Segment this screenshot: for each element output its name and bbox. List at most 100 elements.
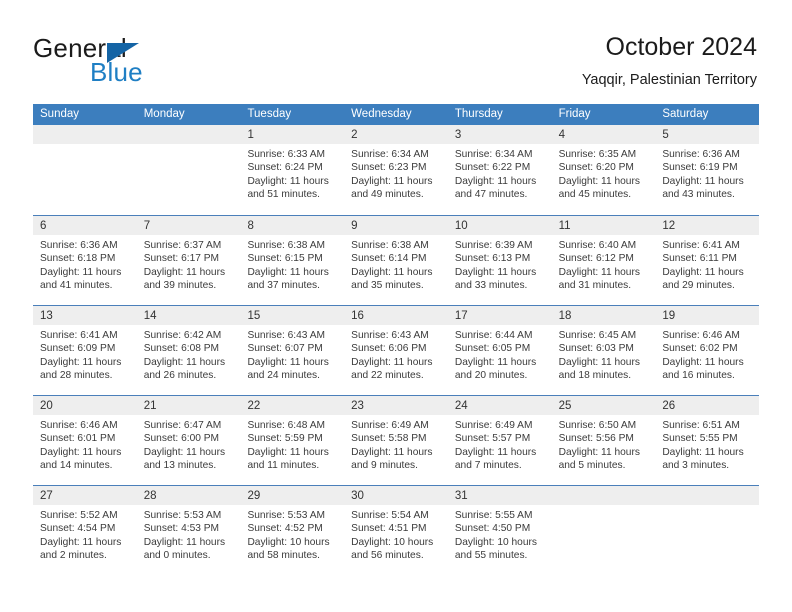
daylight-text-line1: Daylight: 10 hours — [247, 536, 330, 548]
sunset-text: Sunset: 5:56 PM — [558, 433, 634, 445]
calendar-day-cell[interactable]: 3 Sunrise: 6:34 AM Sunset: 6:22 PM Daylight… — [447, 125, 552, 215]
day-number-band: 14 — [136, 306, 241, 325]
daylight-text-line1: Daylight: 11 hours — [143, 536, 226, 548]
calendar-day-cell[interactable]: 27 Sunrise: 5:52 AM Sunset: 4:54 PM Dayligh… — [33, 486, 137, 575]
day-detail-body: Sunrise: 5:53 AM Sunset: 4:52 PM Daylight:… — [240, 505, 344, 562]
calendar-day-cell[interactable]: 30 Sunrise: 5:54 AM Sunset: 4:51 PM Dayligh… — [344, 486, 448, 575]
calendar-week-row: 6 Sunrise: 6:36 AM Sunset: 6:18 PM Daylight… — [33, 215, 760, 305]
day-detail-body: Sunrise: 6:34 AM Sunset: 6:23 PM Daylight:… — [344, 144, 448, 201]
day-detail-body: Sunrise: 6:40 AM Sunset: 6:12 PM Daylight:… — [552, 235, 656, 292]
weekday-header-friday: Friday — [558, 108, 591, 120]
calendar-day-cell[interactable]: 9 Sunrise: 6:38 AM Sunset: 6:14 PM Daylight… — [344, 216, 448, 305]
sunrise-text: Sunrise: 6:41 AM — [40, 330, 118, 341]
calendar-day-cell[interactable]: 4 Sunrise: 6:35 AM Sunset: 6:20 PM Daylight… — [551, 125, 656, 215]
calendar-day-cell[interactable]: 5 Sunrise: 6:36 AM Sunset: 6:19 PM Daylight… — [655, 125, 760, 215]
daylight-text-line2: and 26 minutes. — [143, 369, 217, 381]
day-detail-body: Sunrise: 6:33 AM Sunset: 6:24 PM Daylight:… — [240, 144, 344, 201]
calendar-day-cell[interactable]: 23 Sunrise: 6:49 AM Sunset: 5:58 PM Dayligh… — [344, 396, 448, 485]
calendar-day-cell[interactable]: 1 Sunrise: 6:33 AM Sunset: 6:24 PM Daylight… — [240, 125, 345, 215]
calendar-day-cell[interactable]: 11 Sunrise: 6:40 AM Sunset: 6:12 PM Dayligh… — [551, 216, 656, 305]
day-detail-body: Sunrise: 6:37 AM Sunset: 6:17 PM Daylight:… — [137, 235, 241, 292]
calendar-day-cell[interactable]: 8 Sunrise: 6:38 AM Sunset: 6:15 PM Daylight… — [240, 216, 345, 305]
day-number: 11 — [558, 220, 571, 232]
calendar-day-cell[interactable]: 2 Sunrise: 6:34 AM Sunset: 6:23 PM Daylight… — [344, 125, 448, 215]
calendar-day-cell[interactable]: 7 Sunrise: 6:37 AM Sunset: 6:17 PM Daylight… — [136, 216, 241, 305]
daylight-text-line2: and 39 minutes. — [143, 279, 217, 291]
calendar-day-cell[interactable]: 24 Sunrise: 6:49 AM Sunset: 5:57 PM Dayligh… — [447, 396, 552, 485]
daylight-text-line2: and 3 minutes. — [662, 459, 730, 471]
sunset-text: Sunset: 6:11 PM — [662, 253, 737, 265]
daylight-text-line1: Daylight: 11 hours — [454, 175, 537, 187]
daylight-text-line1: Daylight: 11 hours — [454, 446, 537, 458]
day-number: 14 — [143, 310, 157, 322]
calendar-day-cell[interactable]: 28 Sunrise: 5:53 AM Sunset: 4:53 PM Dayligh… — [136, 486, 241, 575]
daylight-text-line1: Daylight: 11 hours — [558, 446, 640, 458]
daylight-text-line1: Daylight: 11 hours — [558, 266, 640, 278]
calendar-week-row: 27 Sunrise: 5:52 AM Sunset: 4:54 PM Dayligh… — [33, 485, 760, 575]
calendar-day-cell[interactable]: 6 Sunrise: 6:36 AM Sunset: 6:18 PM Daylight… — [33, 216, 137, 305]
calendar-day-empty — [551, 486, 656, 575]
day-number: 8 — [247, 220, 254, 232]
day-number-band: 5 — [655, 125, 760, 144]
daylight-text-line2: and 45 minutes. — [558, 188, 632, 200]
daylight-text-line2: and 2 minutes. — [40, 549, 107, 561]
daylight-text-line1: Daylight: 11 hours — [662, 446, 744, 458]
calendar-day-cell[interactable]: 21 Sunrise: 6:47 AM Sunset: 6:00 PM Dayligh… — [136, 396, 241, 485]
day-detail-body: Sunrise: 6:48 AM Sunset: 5:59 PM Daylight:… — [240, 415, 344, 472]
calendar-day-cell[interactable]: 19 Sunrise: 6:46 AM Sunset: 6:02 PM Dayligh… — [655, 306, 760, 395]
calendar-day-cell[interactable]: 20 Sunrise: 6:46 AM Sunset: 6:01 PM Dayligh… — [33, 396, 137, 485]
day-number-band: 9 — [344, 216, 448, 235]
calendar-day-cell[interactable]: 26 Sunrise: 6:51 AM Sunset: 5:55 PM Dayligh… — [655, 396, 760, 485]
calendar-day-cell[interactable]: 14 Sunrise: 6:42 AM Sunset: 6:08 PM Dayligh… — [136, 306, 241, 395]
weekday-header-tuesday: Tuesday — [247, 108, 292, 120]
calendar-week-row: 1 Sunrise: 6:33 AM Sunset: 6:24 PM Daylight… — [33, 125, 760, 215]
daylight-text-line2: and 37 minutes. — [247, 279, 320, 291]
calendar-day-cell[interactable]: 31 Sunrise: 5:55 AM Sunset: 4:50 PM Dayligh… — [447, 486, 552, 575]
daylight-text-line2: and 58 minutes. — [247, 549, 320, 561]
sunset-text: Sunset: 6:14 PM — [351, 253, 427, 265]
weekday-header-sunday: Sunday — [40, 108, 80, 120]
sunrise-text: Sunrise: 5:52 AM — [40, 510, 118, 521]
sunrise-text: Sunrise: 6:40 AM — [558, 240, 637, 251]
day-number-band: 29 — [240, 486, 345, 505]
daylight-text-line2: and 24 minutes. — [247, 369, 320, 381]
day-number: 5 — [662, 129, 669, 141]
sunset-text: Sunset: 5:55 PM — [662, 433, 738, 445]
day-number: 7 — [143, 220, 151, 232]
sunrise-text: Sunrise: 5:54 AM — [351, 510, 429, 521]
calendar-day-cell[interactable]: 18 Sunrise: 6:45 AM Sunset: 6:03 PM Dayligh… — [551, 306, 656, 395]
sunrise-text: Sunrise: 6:46 AM — [662, 330, 740, 341]
calendar-day-cell[interactable]: 13 Sunrise: 6:41 AM Sunset: 6:09 PM Dayligh… — [33, 306, 137, 395]
calendar-day-cell[interactable]: 16 Sunrise: 6:43 AM Sunset: 6:06 PM Dayligh… — [344, 306, 448, 395]
calendar-day-cell[interactable]: 12 Sunrise: 6:41 AM Sunset: 6:11 PM Dayligh… — [655, 216, 760, 305]
day-number: 12 — [662, 220, 676, 232]
calendar-day-cell[interactable]: 25 Sunrise: 6:50 AM Sunset: 5:56 PM Dayligh… — [551, 396, 656, 485]
day-number-band: 3 — [447, 125, 552, 144]
day-detail-body: Sunrise: 5:52 AM Sunset: 4:54 PM Daylight:… — [33, 505, 137, 562]
day-number-band: 6 — [33, 216, 137, 235]
day-number: 13 — [40, 310, 53, 322]
daylight-text-line2: and 51 minutes. — [247, 188, 320, 200]
daylight-text-line2: and 49 minutes. — [351, 188, 424, 200]
title-block: October 2024 Yaqqir, Palestinian Territo… — [582, 32, 757, 89]
day-detail-body: Sunrise: 6:45 AM Sunset: 6:03 PM Daylight:… — [552, 325, 656, 382]
day-number-band: 22 — [240, 396, 345, 415]
sunset-text: Sunset: 6:02 PM — [662, 343, 738, 355]
calendar-day-cell[interactable]: 17 Sunrise: 6:44 AM Sunset: 6:05 PM Dayligh… — [447, 306, 552, 395]
day-number-band — [655, 486, 760, 505]
daylight-text-line1: Daylight: 11 hours — [662, 175, 744, 187]
daylight-text-line1: Daylight: 11 hours — [143, 266, 226, 278]
day-number: 4 — [558, 129, 565, 141]
sunset-text: Sunset: 6:03 PM — [558, 343, 634, 355]
day-number-band: 30 — [344, 486, 448, 505]
calendar-day-cell[interactable]: 15 Sunrise: 6:43 AM Sunset: 6:07 PM Dayligh… — [240, 306, 345, 395]
day-number: 22 — [247, 400, 261, 412]
day-detail-body: Sunrise: 6:41 AM Sunset: 6:09 PM Daylight:… — [33, 325, 137, 382]
calendar-day-cell[interactable]: 29 Sunrise: 5:53 AM Sunset: 4:52 PM Dayligh… — [240, 486, 345, 575]
calendar-day-cell[interactable]: 22 Sunrise: 6:48 AM Sunset: 5:59 PM Dayligh… — [240, 396, 345, 485]
day-number-band: 11 — [551, 216, 656, 235]
daylight-text-line1: Daylight: 11 hours — [40, 266, 122, 278]
calendar-day-cell[interactable]: 10 Sunrise: 6:39 AM Sunset: 6:13 PM Dayligh… — [447, 216, 552, 305]
daylight-text-line2: and 41 minutes. — [40, 279, 113, 291]
daylight-text-line2: and 56 minutes. — [351, 549, 424, 561]
